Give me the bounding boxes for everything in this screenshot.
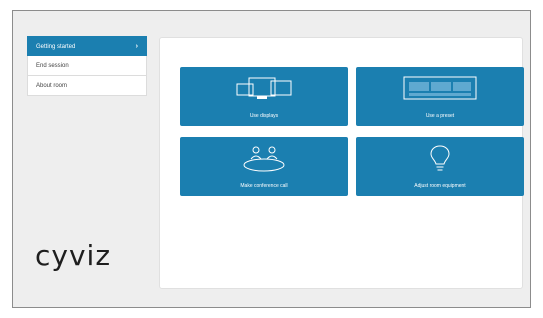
- use-preset-button[interactable]: Use a preset: [356, 67, 524, 126]
- sidebar-item-label: About room: [36, 83, 68, 89]
- tile-label: Use displays: [249, 113, 279, 119]
- sidebar-item-label: Getting started: [36, 44, 76, 50]
- sidebar-item-about-room[interactable]: About room: [27, 76, 147, 96]
- sidebar-menu: Getting started › End session About room: [27, 36, 147, 96]
- sidebar-item-end-session[interactable]: End session: [27, 56, 147, 76]
- cyviz-logo: cyviz: [35, 239, 112, 272]
- tile-label: Adjust room equipment: [414, 183, 466, 189]
- use-displays-button[interactable]: Use displays: [180, 67, 348, 126]
- app-window: Getting started › End session About room…: [12, 10, 531, 308]
- adjust-room-equipment-button[interactable]: Adjust room equipment: [356, 137, 524, 196]
- conference-call-icon: [180, 145, 348, 173]
- displays-icon: [180, 75, 348, 103]
- sidebar-item-getting-started[interactable]: Getting started ›: [27, 36, 147, 56]
- lightbulb-icon: [356, 145, 524, 173]
- sidebar-item-label: End session: [36, 63, 69, 69]
- tile-label: Make conference call: [240, 183, 288, 189]
- preset-layout-icon: [356, 75, 524, 103]
- tile-label: Use a preset: [425, 113, 455, 119]
- chevron-right-icon: ›: [135, 43, 138, 50]
- conference-call-button[interactable]: Make conference call: [180, 137, 348, 196]
- main-panel: Use displays Use a preset Make conferenc…: [159, 37, 524, 289]
